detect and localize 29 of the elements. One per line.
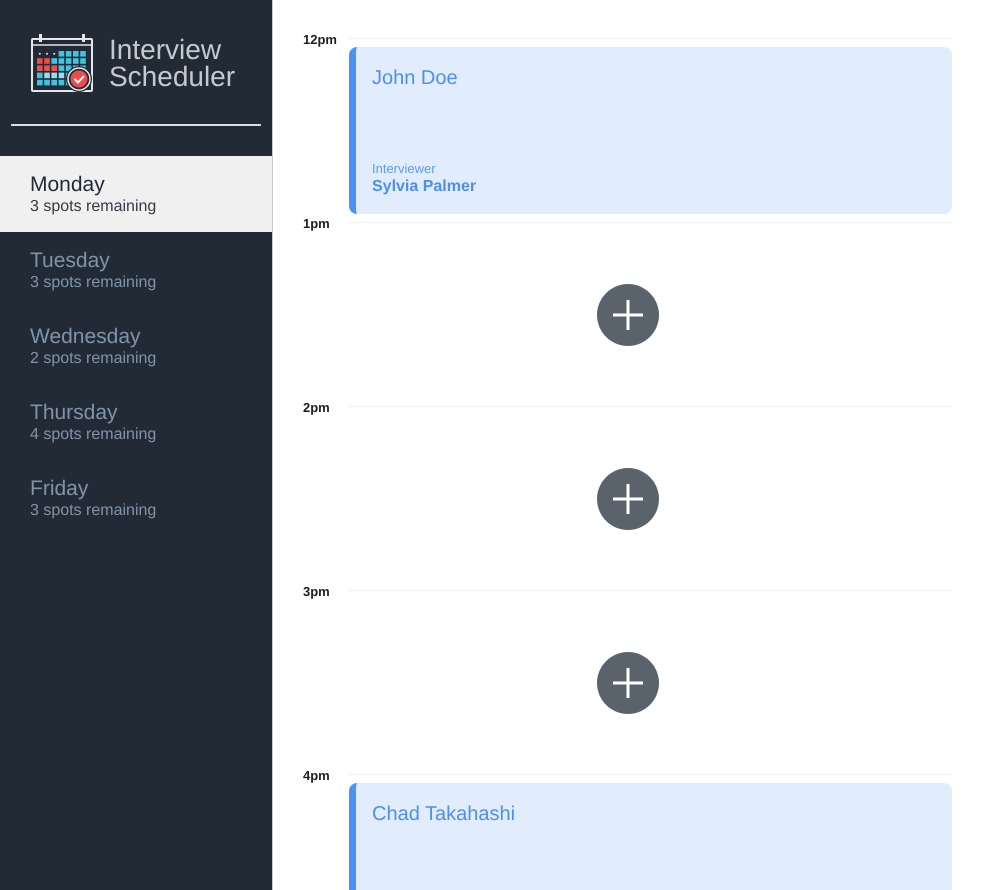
time-label: 1pm: [303, 216, 331, 232]
spots-remaining: 3 spots remaining: [30, 197, 156, 217]
spots-remaining: 3 spots remaining: [30, 273, 156, 293]
day-tab[interactable]: Tuesday 3 spots remaining: [0, 232, 272, 308]
day-tab[interactable]: Friday 3 spots remaining: [0, 460, 272, 536]
plus-icon: [613, 300, 643, 330]
day-name: Tuesday: [30, 249, 110, 273]
day-tab[interactable]: Wednesday 2 spots remaining: [0, 308, 272, 384]
calendar-check-icon: [31, 34, 93, 92]
day-name: Thursday: [30, 401, 118, 425]
plus-icon: [613, 668, 643, 698]
student-name: Chad Takahashi: [372, 802, 516, 826]
interviewer-name: Sylvia Palmer: [372, 177, 476, 197]
time-label: 3pm: [303, 584, 331, 600]
day-name: Monday: [30, 173, 105, 197]
student-name: John Doe: [372, 66, 458, 90]
spots-remaining: 3 spots remaining: [30, 501, 156, 521]
day-name: Friday: [30, 477, 88, 501]
time-label: 4pm: [303, 768, 331, 784]
plus-icon: [613, 484, 643, 514]
spots-remaining: 4 spots remaining: [30, 425, 156, 445]
spots-remaining: 2 spots remaining: [30, 349, 156, 369]
time-label: 12pm: [303, 32, 338, 48]
day-tab[interactable]: Thursday 4 spots remaining: [0, 384, 272, 460]
interviewer-label: Interviewer: [372, 161, 436, 177]
day-name: Wednesday: [30, 325, 141, 349]
time-label: 2pm: [303, 400, 331, 416]
app-title: Interview Scheduler: [109, 36, 236, 90]
day-tab[interactable]: Monday 3 spots remaining: [0, 156, 272, 232]
